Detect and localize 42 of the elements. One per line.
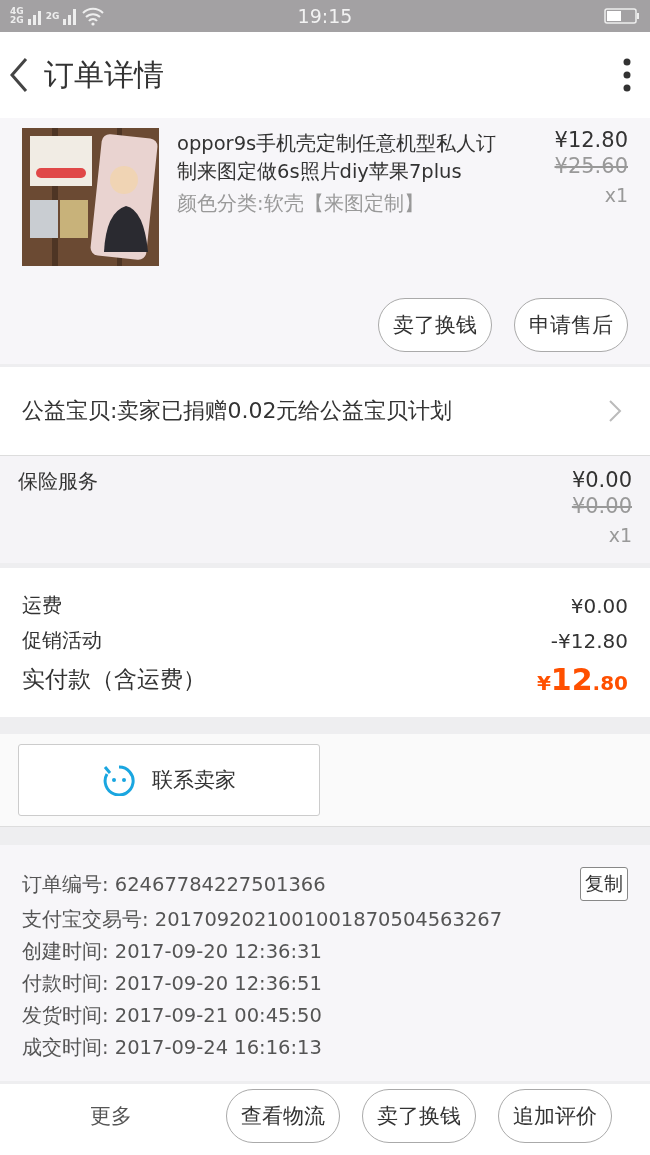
chat-face-icon (102, 764, 136, 796)
charity-row[interactable]: 公益宝贝:卖家已捐赠0.02元给公益宝贝计划 (0, 367, 650, 456)
product-title[interactable]: oppor9s手机壳定制任意机型私人订制来图定做6s照片diy苹果7plus (177, 130, 507, 186)
back-icon[interactable] (8, 57, 30, 93)
copy-button[interactable]: 复制 (580, 867, 628, 901)
signal-icon (62, 7, 79, 25)
contact-seller-button[interactable]: 联系卖家 (18, 744, 320, 816)
cost-label: 促销活动 (22, 627, 102, 654)
product-variant: 颜色分类:软壳【来图定制】 (177, 191, 425, 217)
action-button[interactable]: 申请售后 (514, 298, 628, 352)
network-label: 4G 2G (10, 7, 24, 25)
cost-label: 运费 (22, 592, 62, 619)
cost-value: -¥12.80 (550, 628, 628, 653)
original-price: ¥0.00 (571, 494, 632, 518)
page-title: 订单详情 (44, 55, 164, 94)
clock-time: 19:15 (296, 5, 354, 27)
action-button[interactable]: 查看物流 (226, 1088, 340, 1143)
network-label: 2G (45, 11, 60, 21)
order-info-text: 成交时间: 2017-09-24 16:16:13 (22, 1035, 322, 1061)
insurance-price: ¥0.00 (571, 468, 632, 492)
action-button[interactable]: 卖了换钱 (362, 1088, 476, 1143)
wifi-icon (81, 6, 106, 26)
order-info-text: 创建时间: 2017-09-20 12:36:31 (22, 939, 322, 965)
order-info-text: 订单编号: 62467784227501366 (22, 871, 326, 898)
chevron-right-icon (608, 399, 622, 423)
insurance-label: 保险服务 (18, 468, 98, 495)
order-info-text: 付款时间: 2017-09-20 12:36:51 (22, 971, 322, 997)
product-price: ¥12.80 (554, 128, 628, 152)
order-info-text: 发货时间: 2017-09-21 00:45:50 (22, 1003, 322, 1029)
product-quantity: x1 (604, 184, 628, 206)
action-button[interactable]: 卖了换钱 (378, 298, 492, 352)
insurance-quantity: x1 (608, 524, 632, 546)
more-icon[interactable] (622, 58, 632, 92)
action-button[interactable]: 追加评价 (498, 1088, 612, 1143)
charity-text: 公益宝贝:卖家已捐赠0.02元给公益宝贝计划 (22, 397, 453, 425)
total-label: 实付款（含运费） (22, 665, 206, 694)
total-amount: ¥12.80 (536, 662, 628, 697)
cost-value: ¥0.00 (570, 593, 628, 618)
order-info-text: 支付宝交易号: 2017092021001001870504563267 (22, 907, 503, 933)
battery-icon (604, 7, 640, 25)
more-link[interactable]: 更多 (90, 1101, 132, 1130)
original-price: ¥25.60 (554, 154, 628, 178)
